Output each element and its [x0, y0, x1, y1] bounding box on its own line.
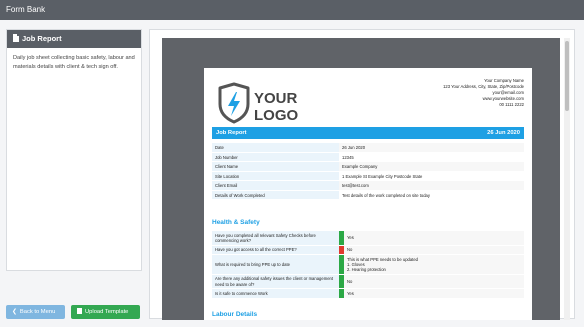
table-row: Job Number 12345: [212, 152, 524, 162]
labour-heading: Labour Details: [212, 311, 258, 318]
safety-answer: No: [344, 274, 524, 289]
table-row: Site Location 1 Example St Example City P…: [212, 171, 524, 181]
detail-label: Job Number: [212, 152, 339, 161]
safety-answer: Yes: [344, 231, 524, 245]
report-title-bar: Job Report 26 Jun 2020: [212, 127, 524, 139]
document-preview[interactable]: YOUR LOGO Your Company Name 123 Your Add…: [149, 29, 575, 320]
company-phone: 00 1111 2222: [499, 102, 524, 107]
logo-text-2: LOGO: [254, 107, 298, 124]
upload-template-button[interactable]: Upload Template: [71, 305, 140, 319]
panel-header: Job Report: [7, 30, 141, 48]
app-title: Form Bank: [6, 5, 46, 14]
table-row: Have you completed all relevant Safety C…: [212, 231, 524, 246]
panel-title: Job Report: [22, 34, 62, 43]
table-row: Details of Work Completed Test details of…: [212, 190, 524, 200]
template-description: Daily job sheet collecting basic safety,…: [13, 55, 135, 70]
safety-table: Have you completed all relevant Safety C…: [212, 231, 524, 299]
safety-answer: This is what PPE needs to be updated 1. …: [344, 254, 524, 274]
answer-line: 2. Hearing protection: [347, 266, 386, 272]
detail-value: 12345: [339, 152, 524, 161]
table-row: Client Name Example Company: [212, 162, 524, 172]
preview-scrollbar[interactable]: [564, 38, 570, 320]
detail-label: Client Email: [212, 181, 339, 190]
detail-value: test@test.com: [339, 181, 524, 190]
table-row: Date 26 Jun 2020: [212, 143, 524, 153]
back-to-menu-button[interactable]: ❮ Back to Menu: [6, 305, 65, 319]
table-row: Have you got access to all the correct P…: [212, 245, 524, 255]
details-table: Date 26 Jun 2020 Job Number 12345 Client N…: [212, 143, 524, 200]
detail-label: Site Location: [212, 171, 339, 180]
back-label: Back to Menu: [19, 309, 56, 315]
document-page: YOUR LOGO Your Company Name 123 Your Add…: [204, 68, 532, 320]
upload-label: Upload Template: [85, 309, 129, 315]
template-info-panel: Job Report Daily job sheet collecting ba…: [6, 29, 142, 271]
table-row: Are there any additional safety issues t…: [212, 274, 524, 290]
safety-question: Are there any additional safety issues t…: [212, 274, 339, 289]
app-title-bar: Form Bank: [0, 0, 584, 20]
safety-answer: No: [344, 245, 524, 254]
report-title: Job Report: [216, 130, 247, 136]
safety-question: Have you completed all relevant Safety C…: [212, 231, 339, 245]
document-icon: [13, 34, 19, 42]
safety-question: Is it safe to commence Work: [212, 289, 339, 298]
safety-question: What is required to bring PPE up to date: [212, 254, 339, 274]
detail-value: 1 Example St Example City Postcode State: [339, 171, 524, 180]
table-row: What is required to bring PPE up to date…: [212, 254, 524, 275]
chevron-left-icon: ❮: [12, 309, 17, 315]
detail-value: 26 Jun 2020: [339, 143, 524, 152]
health-safety-heading: Health & Safety: [212, 219, 260, 226]
safety-answer: Yes: [344, 289, 524, 298]
table-row: Client Email test@test.com: [212, 181, 524, 191]
document-icon: [77, 308, 82, 314]
detail-label: Date: [212, 143, 339, 152]
table-row: Is it safe to commence Work Yes: [212, 289, 524, 299]
company-logo: YOUR LOGO: [218, 82, 298, 124]
logo-text-1: YOUR: [254, 90, 298, 107]
detail-value: Test details of the work completed on si…: [339, 190, 524, 199]
scroll-thumb[interactable]: [565, 41, 569, 111]
company-details: Your Company Name 123 Your Address, City…: [443, 78, 524, 108]
detail-label: Details of Work Completed: [212, 190, 339, 199]
report-date: 26 Jun 2020: [487, 130, 520, 136]
detail-label: Client Name: [212, 162, 339, 171]
safety-question: Have you got access to all the correct P…: [212, 245, 339, 254]
detail-value: Example Company: [339, 162, 524, 171]
